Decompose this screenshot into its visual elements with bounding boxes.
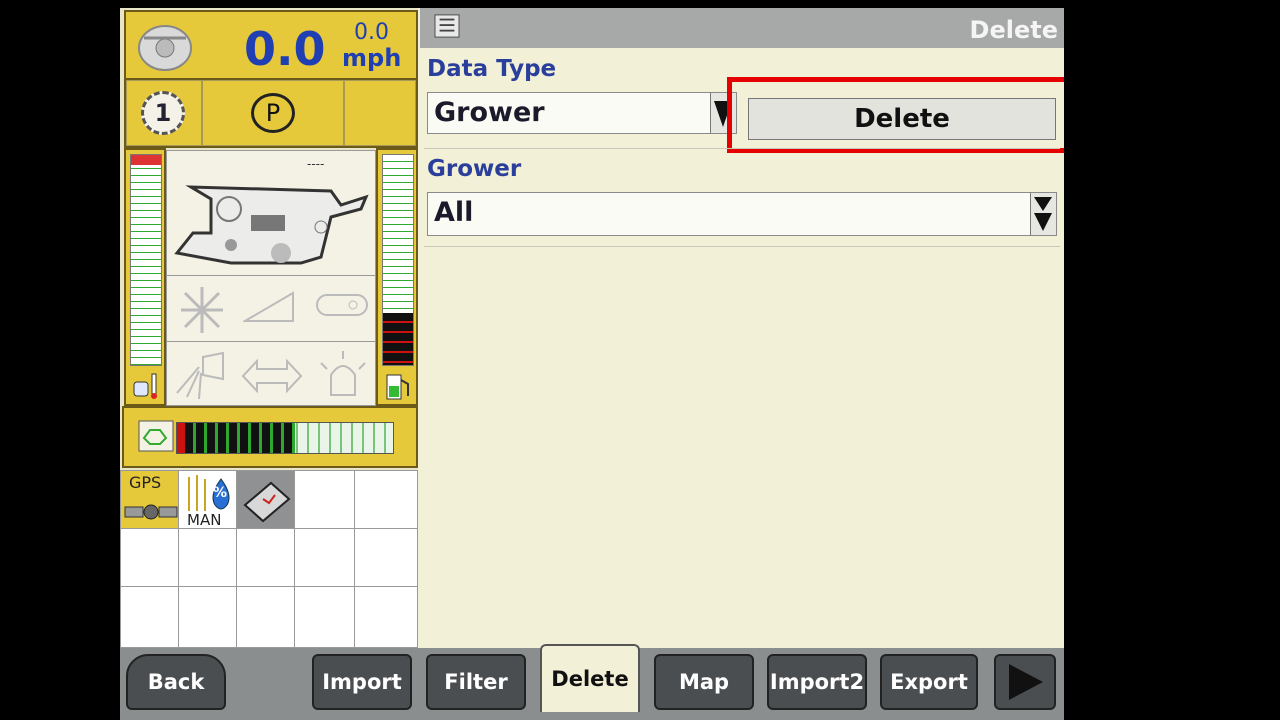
speed-unit: mph — [342, 44, 402, 72]
page-title: Delete — [969, 16, 1058, 44]
gps-label: GPS — [129, 473, 162, 492]
fuel-icon — [386, 374, 409, 400]
engine-load-box — [122, 406, 418, 468]
park-cell: P — [202, 80, 344, 146]
data-card-icon — [243, 481, 291, 523]
display-screen: 0.0 0.0 mph 1 P ---- GPS % MAN Delete Da… — [120, 8, 1064, 720]
grid-cell[interactable] — [354, 528, 418, 588]
data-type-label: Data Type — [427, 56, 557, 82]
tab-map[interactable]: Map — [654, 654, 754, 710]
grower-dropdown[interactable]: All — [427, 192, 1057, 236]
divider — [424, 148, 1060, 149]
speed-value: 0.0 — [244, 22, 326, 76]
tab-export[interactable]: Export — [880, 654, 978, 710]
gps-icon — [124, 504, 178, 520]
speed-small-value: 0.0 — [354, 20, 389, 45]
app-icon — [434, 14, 460, 38]
engine-load-icon — [138, 420, 174, 452]
coolant-temp-icon — [133, 373, 157, 399]
tab-import2[interactable]: Import2 — [767, 654, 867, 710]
grid-cell[interactable] — [120, 528, 180, 588]
highlight-box — [727, 77, 1064, 153]
icon-grid: GPS % MAN — [120, 470, 418, 648]
data-type-dropdown[interactable]: Grower — [427, 92, 737, 134]
tab-delete[interactable]: Delete — [540, 644, 640, 712]
empty-status-cell — [344, 80, 416, 146]
coolant-temp-gauge — [130, 154, 162, 366]
sieve-icon — [316, 294, 368, 316]
grid-cell[interactable] — [178, 528, 238, 588]
dropdown-arrow-icon[interactable] — [1030, 193, 1056, 235]
moisture-man-cell[interactable]: % MAN — [178, 470, 238, 530]
engine-load-gauge — [176, 422, 394, 454]
header-icon — [243, 291, 294, 322]
speed-box: 0.0 0.0 mph — [124, 10, 418, 80]
status-panel: 0.0 0.0 mph 1 P ---- GPS % MAN — [120, 8, 418, 648]
gear-cell: 1 — [126, 80, 202, 146]
park-indicator: P — [251, 93, 295, 133]
lights-icon — [176, 351, 224, 400]
tab-bar: Back Import Filter Delete Map Import2 Ex… — [120, 644, 1064, 720]
man-label: MAN — [187, 511, 222, 529]
tab-filter[interactable]: Filter — [426, 654, 526, 710]
temp-gauge-box — [124, 148, 166, 406]
data-type-value: Grower — [434, 97, 545, 128]
gear-indicator: 1 — [141, 91, 185, 135]
grid-cell[interactable] — [120, 586, 180, 648]
grid-cell[interactable] — [236, 586, 296, 648]
grid-cell[interactable] — [178, 586, 238, 648]
combine-diagram: ---- — [166, 150, 377, 406]
combine-icon — [174, 185, 369, 265]
gps-cell[interactable]: GPS — [120, 470, 180, 530]
fuel-gauge — [382, 154, 414, 366]
fan-icon — [181, 287, 223, 333]
grid-cell[interactable] — [294, 528, 356, 588]
moisture-icon — [188, 475, 230, 511]
unload-icon — [241, 358, 303, 394]
grid-cell[interactable] — [294, 470, 356, 530]
tab-import[interactable]: Import — [312, 654, 412, 710]
play-arrow-icon — [1009, 664, 1043, 700]
title-bar: Delete — [420, 8, 1064, 48]
back-button[interactable]: Back — [126, 654, 226, 710]
percent-symbol: % — [213, 485, 228, 501]
fuel-gauge-box — [376, 148, 418, 406]
grower-label: Grower — [427, 156, 522, 182]
steering-wheel-icon — [138, 25, 192, 71]
data-card-cell[interactable] — [236, 470, 296, 530]
divider — [424, 246, 1060, 247]
next-page-button[interactable] — [994, 654, 1056, 710]
beacon-icon — [320, 351, 366, 396]
gear-row: 1 P — [124, 78, 418, 148]
grid-cell[interactable] — [354, 586, 418, 648]
grid-cell[interactable] — [294, 586, 356, 648]
grower-value: All — [434, 197, 474, 228]
grid-cell[interactable] — [354, 470, 418, 530]
grid-cell[interactable] — [236, 528, 296, 588]
